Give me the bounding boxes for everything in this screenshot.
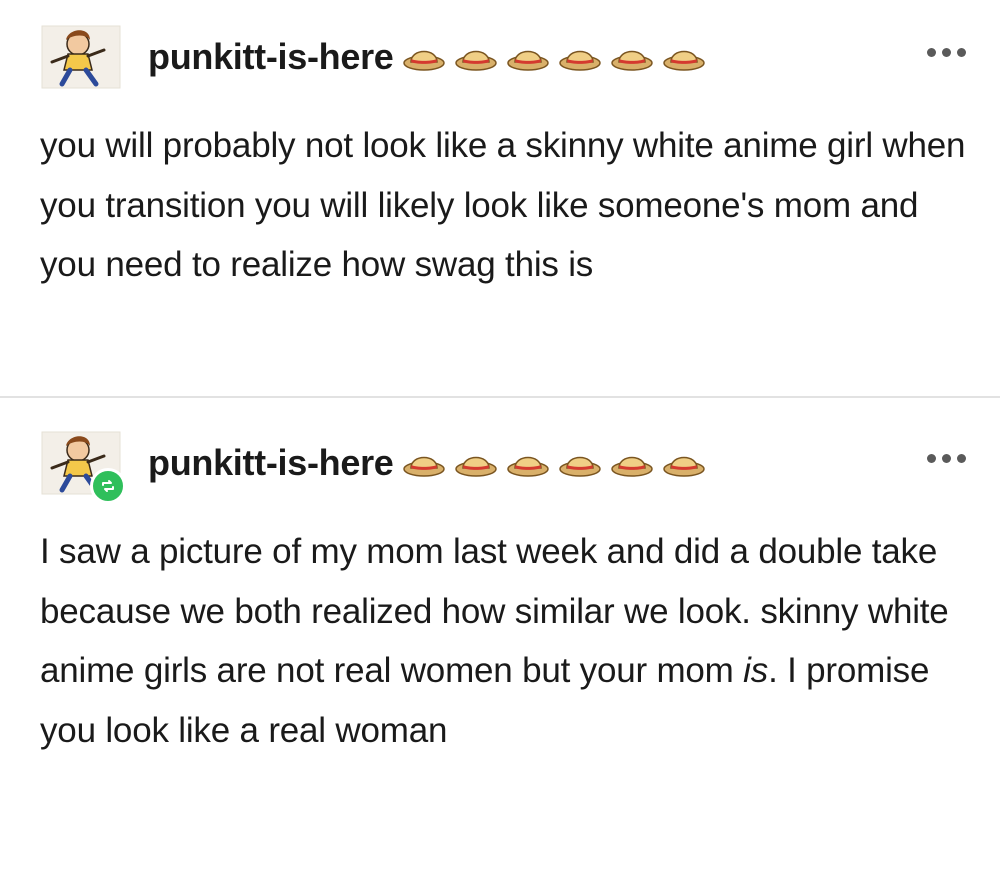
- post-body: you will probably not look like a skinny…: [40, 126, 966, 284]
- straw-hat-icon: [558, 448, 602, 478]
- post-header: punkitt-is-here: [38, 428, 714, 504]
- post-body-emphasis: is: [743, 651, 769, 690]
- more-dot-icon: [927, 48, 936, 57]
- straw-hat-icon: [402, 448, 446, 478]
- avatar-icon: [38, 22, 124, 92]
- username-badges: [402, 448, 714, 478]
- avatar[interactable]: [38, 22, 124, 92]
- straw-hat-icon: [454, 42, 498, 72]
- reblog-badge: [90, 468, 126, 504]
- username-badges: [402, 42, 714, 72]
- post-body: I saw a picture of my mom last week and …: [40, 522, 966, 760]
- more-options-button[interactable]: [927, 48, 966, 57]
- more-dot-icon: [957, 48, 966, 57]
- straw-hat-icon: [558, 42, 602, 72]
- straw-hat-icon: [610, 42, 654, 72]
- straw-hat-icon: [610, 448, 654, 478]
- more-options-button[interactable]: [927, 454, 966, 463]
- avatar[interactable]: [38, 428, 126, 504]
- more-dot-icon: [942, 48, 951, 57]
- straw-hat-icon: [454, 448, 498, 478]
- straw-hat-icon: [662, 448, 706, 478]
- straw-hat-icon: [662, 42, 706, 72]
- username[interactable]: punkitt-is-here: [148, 445, 394, 481]
- straw-hat-icon: [506, 448, 550, 478]
- post-original: punkitt-is-here you will probably not lo…: [0, 0, 1000, 396]
- more-dot-icon: [942, 454, 951, 463]
- username[interactable]: punkitt-is-here: [148, 39, 394, 75]
- post-header: punkitt-is-here: [38, 22, 714, 92]
- straw-hat-icon: [402, 42, 446, 72]
- straw-hat-icon: [506, 42, 550, 72]
- reblog-icon: [102, 480, 114, 492]
- more-dot-icon: [927, 454, 936, 463]
- post-reblog: punkitt-is-here I saw a picture of my mo…: [0, 398, 1000, 869]
- more-dot-icon: [957, 454, 966, 463]
